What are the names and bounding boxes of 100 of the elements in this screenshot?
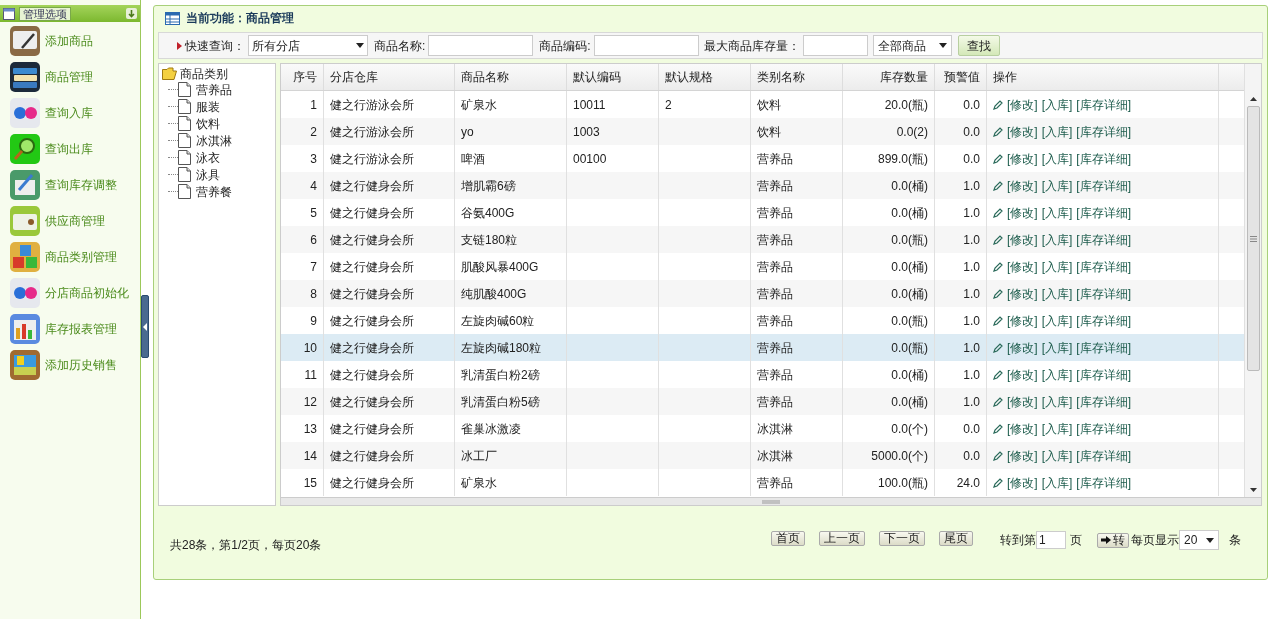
action-link[interactable]: [入库] bbox=[1041, 446, 1073, 465]
scroll-down-icon[interactable] bbox=[1249, 488, 1257, 492]
column-header[interactable]: 分店仓库 bbox=[324, 64, 455, 90]
action-link[interactable]: [库存详细] bbox=[1076, 311, 1131, 330]
column-header[interactable]: 商品名称 bbox=[455, 64, 567, 90]
action-link[interactable]: [修改] bbox=[1007, 473, 1038, 492]
table-row[interactable]: 14 健之行健身会所 冰工厂 冰淇淋 5000.0(个) 0.0 [修改] [入库] [库存详细] bbox=[281, 442, 1244, 469]
sidebar-item[interactable]: 查询出库 bbox=[45, 140, 93, 158]
page-button[interactable]: 首页 bbox=[771, 531, 805, 546]
action-link[interactable]: [修改] bbox=[1007, 311, 1038, 330]
collapse-icon[interactable] bbox=[126, 8, 137, 19]
action-link[interactable]: [修改] bbox=[1007, 338, 1038, 357]
action-link[interactable]: [入库] bbox=[1041, 392, 1073, 411]
table-row[interactable]: 6 健之行健身会所 支链180粒 营养品 0.0(瓶) 1.0 [修改] [入库] [库存详细] bbox=[281, 226, 1244, 253]
table-row[interactable]: 12 健之行健身会所 乳清蛋白粉5磅 营养品 0.0(桶) 1.0 [修改] [入库] [库存详细] bbox=[281, 388, 1244, 415]
store-select[interactable]: 所有分店 bbox=[248, 35, 368, 56]
action-link[interactable]: [库存详细] bbox=[1076, 176, 1131, 195]
action-link[interactable]: [库存详细] bbox=[1076, 284, 1131, 303]
tree-item[interactable]: 服装 bbox=[196, 97, 220, 116]
action-link[interactable]: [库存详细] bbox=[1076, 446, 1131, 465]
tree-item[interactable]: 泳衣 bbox=[196, 148, 220, 167]
action-link[interactable]: [修改] bbox=[1007, 365, 1038, 384]
action-link[interactable]: [库存详细] bbox=[1076, 473, 1131, 492]
action-link[interactable]: [修改] bbox=[1007, 176, 1038, 195]
collapse-handle[interactable] bbox=[141, 295, 149, 358]
search-button[interactable]: 查找 bbox=[957, 35, 1000, 56]
page-button[interactable]: 下一页 bbox=[879, 531, 925, 546]
action-link[interactable]: [修改] bbox=[1007, 122, 1038, 141]
table-row[interactable]: 8 健之行健身会所 纯肌酸400G 营养品 0.0(桶) 1.0 [修改] [入库] [库存详细] bbox=[281, 280, 1244, 307]
tree-item[interactable]: 饮料 bbox=[196, 114, 220, 133]
action-link[interactable]: [修改] bbox=[1007, 257, 1038, 276]
column-header[interactable]: 默认规格 bbox=[659, 64, 751, 90]
horizontal-scrollbar[interactable] bbox=[281, 497, 1261, 505]
sidebar-item[interactable]: 添加商品 bbox=[45, 32, 93, 50]
action-link[interactable]: [修改] bbox=[1007, 419, 1038, 438]
action-link[interactable]: [入库] bbox=[1041, 257, 1073, 276]
per-page-select[interactable]: 20 bbox=[1179, 530, 1219, 550]
tree-item[interactable]: 冰淇淋 bbox=[196, 131, 232, 150]
vertical-scrollbar[interactable] bbox=[1244, 64, 1261, 497]
action-link[interactable]: [入库] bbox=[1041, 122, 1073, 141]
column-header[interactable]: 预警值 bbox=[935, 64, 987, 90]
column-header[interactable]: 库存数量 bbox=[843, 64, 935, 90]
action-link[interactable]: [修改] bbox=[1007, 203, 1038, 222]
action-link[interactable]: [修改] bbox=[1007, 230, 1038, 249]
action-link[interactable]: [库存详细] bbox=[1076, 122, 1131, 141]
column-header[interactable]: 操作 bbox=[987, 64, 1219, 90]
action-link[interactable]: [入库] bbox=[1041, 230, 1073, 249]
action-link[interactable]: [库存详细] bbox=[1076, 257, 1131, 276]
page-input[interactable]: 1 bbox=[1036, 531, 1066, 549]
action-link[interactable]: [库存详细] bbox=[1076, 149, 1131, 168]
scroll-thumb[interactable] bbox=[1246, 106, 1260, 371]
action-link[interactable]: [入库] bbox=[1041, 284, 1073, 303]
action-link[interactable]: [入库] bbox=[1041, 419, 1073, 438]
table-row[interactable]: 2 健之行游泳会所 yo 1003 饮料 0.0(2) 0.0 [修改] [入库] [库存详细] bbox=[281, 118, 1244, 145]
action-link[interactable]: [库存详细] bbox=[1076, 365, 1131, 384]
action-link[interactable]: [入库] bbox=[1041, 149, 1073, 168]
action-link[interactable]: [入库] bbox=[1041, 338, 1073, 357]
column-header[interactable]: 类别名称 bbox=[751, 64, 843, 90]
tree-root[interactable]: 商品类别 bbox=[180, 64, 228, 83]
action-link[interactable]: [库存详细] bbox=[1076, 95, 1131, 114]
name-input[interactable] bbox=[428, 35, 534, 56]
action-link[interactable]: [修改] bbox=[1007, 392, 1038, 411]
action-link[interactable]: [库存详细] bbox=[1076, 338, 1131, 357]
tree-item[interactable]: 营养品 bbox=[196, 80, 232, 99]
go-button[interactable]: 转 bbox=[1097, 532, 1129, 548]
action-link[interactable]: [入库] bbox=[1041, 473, 1073, 492]
action-link[interactable]: [修改] bbox=[1007, 446, 1038, 465]
sidebar-item[interactable]: 添加历史销售 bbox=[45, 356, 117, 374]
scroll-up-icon[interactable] bbox=[1249, 97, 1257, 101]
action-link[interactable]: [入库] bbox=[1041, 365, 1073, 384]
code-input[interactable] bbox=[593, 35, 699, 56]
page-button[interactable]: 上一页 bbox=[819, 531, 865, 546]
action-link[interactable]: [入库] bbox=[1041, 311, 1073, 330]
action-link[interactable]: [修改] bbox=[1007, 95, 1038, 114]
sidebar-item[interactable]: 查询入库 bbox=[45, 104, 93, 122]
table-row[interactable]: 10 健之行健身会所 左旋肉碱180粒 营养品 0.0(瓶) 1.0 [修改] [入库] [库存详细] bbox=[281, 334, 1244, 361]
tree-item[interactable]: 营养餐 bbox=[196, 182, 232, 201]
sidebar-item[interactable]: 库存报表管理 bbox=[45, 320, 117, 338]
action-link[interactable]: [入库] bbox=[1041, 203, 1073, 222]
action-link[interactable]: [修改] bbox=[1007, 149, 1038, 168]
action-link[interactable]: [库存详细] bbox=[1076, 419, 1131, 438]
action-link[interactable]: [库存详细] bbox=[1076, 392, 1131, 411]
sidebar-item[interactable]: 商品管理 bbox=[45, 68, 93, 86]
column-header[interactable]: 序号 bbox=[281, 64, 324, 90]
page-button[interactable]: 尾页 bbox=[939, 531, 973, 546]
sidebar-item[interactable]: 商品类别管理 bbox=[45, 248, 117, 266]
action-link[interactable]: [库存详细] bbox=[1076, 203, 1131, 222]
sidebar-item[interactable]: 查询库存调整 bbox=[45, 176, 117, 194]
type-select[interactable]: 全部商品 bbox=[872, 35, 952, 56]
action-link[interactable]: [库存详细] bbox=[1076, 230, 1131, 249]
column-header[interactable]: 默认编码 bbox=[567, 64, 659, 90]
action-link[interactable]: [修改] bbox=[1007, 284, 1038, 303]
sidebar-item[interactable]: 供应商管理 bbox=[45, 212, 105, 230]
max-stock-input[interactable] bbox=[802, 35, 868, 56]
folder-icon[interactable] bbox=[162, 67, 177, 80]
table-row[interactable]: 4 健之行健身会所 增肌霸6磅 营养品 0.0(桶) 1.0 [修改] [入库] [库存详细] bbox=[281, 172, 1244, 199]
action-link[interactable]: [入库] bbox=[1041, 95, 1073, 114]
action-link[interactable]: [入库] bbox=[1041, 176, 1073, 195]
sidebar-item[interactable]: 分店商品初始化 bbox=[45, 284, 129, 302]
tree-item[interactable]: 泳具 bbox=[196, 165, 220, 184]
